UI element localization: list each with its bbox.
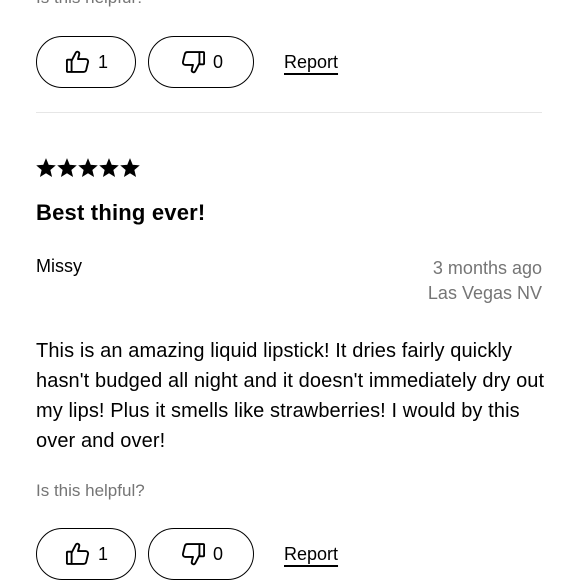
downvote-count: 0 <box>212 543 223 564</box>
star-icon <box>36 158 56 177</box>
upvote-button-previous[interactable]: 1 <box>36 36 136 88</box>
thumbs-up-icon <box>64 540 92 568</box>
helpful-prompt-previous: Is this helpful? <box>36 0 145 8</box>
star-rating <box>36 158 140 178</box>
thumbs-down-icon <box>179 48 207 76</box>
report-link-previous[interactable]: Report <box>284 52 338 73</box>
star-icon <box>78 158 98 177</box>
star-icon <box>120 158 140 177</box>
downvote-button-previous[interactable]: 0 <box>148 36 254 88</box>
upvote-count: 1 <box>97 51 108 72</box>
vote-row-previous: 1 0 Report <box>36 36 338 88</box>
review-divider <box>36 112 542 113</box>
report-link[interactable]: Report <box>284 544 338 565</box>
review-author: Missy <box>36 256 82 276</box>
star-icon <box>99 158 119 177</box>
star-icon <box>57 158 77 177</box>
review-date: 3 months ago <box>432 258 542 278</box>
review-title: Best thing ever! <box>36 200 206 225</box>
review-location: Las Vegas NV <box>427 283 542 303</box>
review-meta: 3 months ago Las Vegas NV <box>428 256 542 306</box>
thumbs-up-icon <box>64 48 92 76</box>
upvote-button[interactable]: 1 <box>36 528 136 580</box>
downvote-button[interactable]: 0 <box>148 528 254 580</box>
helpful-prompt: Is this helpful? <box>36 481 145 500</box>
vote-row: 1 0 Report <box>36 528 338 580</box>
thumbs-down-icon <box>179 540 207 568</box>
downvote-count: 0 <box>212 51 223 72</box>
review-body: This is an amazing liquid lipstick! It d… <box>36 340 545 452</box>
upvote-count: 1 <box>97 543 108 564</box>
